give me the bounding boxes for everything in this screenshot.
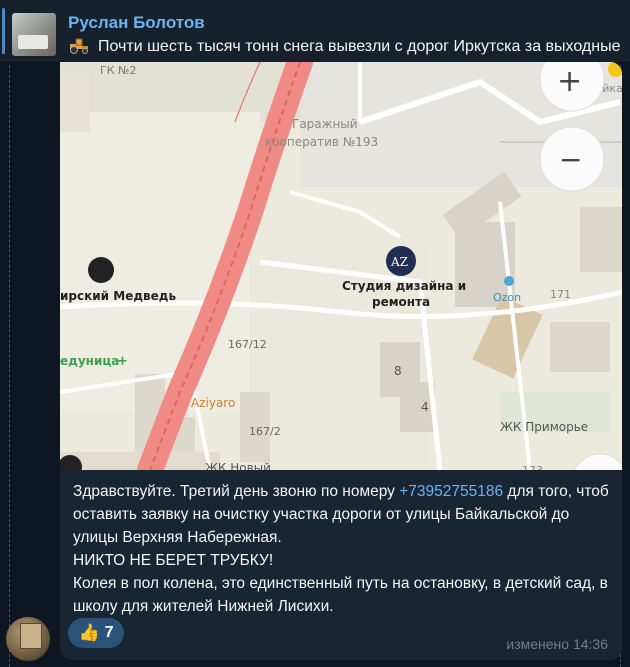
- message-text: Здравствуйте. Третий день звоню по номер…: [73, 480, 613, 618]
- pinned-preview: Почти шесть тысяч тонн снега вывезли с д…: [68, 38, 628, 56]
- thumbs-up-icon: 👍: [78, 622, 100, 643]
- reaction-count: 7: [104, 624, 114, 641]
- map-label-bear: ирский Медведь: [60, 289, 176, 303]
- studio-pin-text: AZ: [390, 255, 408, 269]
- map-label-garage-2: кооператив №193: [265, 135, 378, 149]
- message-paragraph-3: Колея в пол колена, это единственный пут…: [73, 575, 608, 615]
- svg-text:+: +: [117, 354, 128, 369]
- map-label-4: 4: [421, 400, 429, 414]
- message-paragraph-2: НИКТО НЕ БЕРЕТ ТРУБКУ!: [73, 552, 274, 569]
- map-label-167-2: 167/2: [249, 425, 281, 438]
- map-label-173: 173: [522, 464, 543, 470]
- zoom-in-icon: +: [557, 64, 582, 99]
- map-image: ГК №2 Гаражный кооператив №193 AZ Студия…: [60, 62, 622, 470]
- pinned-indicator: [2, 8, 5, 54]
- message-bubble[interactable]: ГК №2 Гаражный кооператив №193 AZ Студия…: [60, 62, 622, 660]
- map-label-8: 8: [394, 364, 402, 378]
- avatar[interactable]: [6, 617, 50, 661]
- tractor-icon: [70, 38, 88, 54]
- map-label-aziyaro: Aziyaro: [191, 396, 235, 410]
- pinned-text-content: Почти шесть тысяч тонн снега вывезли с д…: [98, 38, 621, 55]
- map-label-primorye: ЖК Приморье: [500, 420, 588, 434]
- map-label-studio-2: ремонта: [372, 295, 430, 309]
- phone-link[interactable]: +73952755186: [399, 483, 503, 500]
- map-label-171: 171: [550, 288, 571, 301]
- thread-line-left: [9, 0, 10, 667]
- map-label-167-12: 167/12: [228, 338, 267, 351]
- map-label-novy: ЖК Новый: [205, 461, 271, 470]
- map-label-ozon: Ozon: [493, 291, 521, 304]
- bear-pin-icon[interactable]: [88, 257, 114, 283]
- map-label-studio-1: Студия дизайна и: [342, 279, 466, 293]
- message-paragraph-1: Здравствуйте. Третий день звоню по номер…: [73, 483, 609, 546]
- pinned-message-bar[interactable]: Руслан Болотов Почти шесть тысяч тонн сн…: [0, 0, 630, 63]
- reaction-like[interactable]: 👍 7: [68, 618, 124, 648]
- map-label-pharmacy: едуница: [60, 354, 119, 368]
- map-label-gk: ГК №2: [100, 64, 136, 77]
- pinned-thumbnail[interactable]: [12, 13, 56, 56]
- map-label-garage-1: Гаражный: [292, 117, 358, 131]
- map-preview[interactable]: ГК №2 Гаражный кооператив №193 AZ Студия…: [60, 62, 622, 470]
- pinned-author: Руслан Болотов: [68, 13, 205, 32]
- message-meta: изменено 14:36: [506, 636, 608, 652]
- zoom-out-icon: −: [559, 143, 582, 176]
